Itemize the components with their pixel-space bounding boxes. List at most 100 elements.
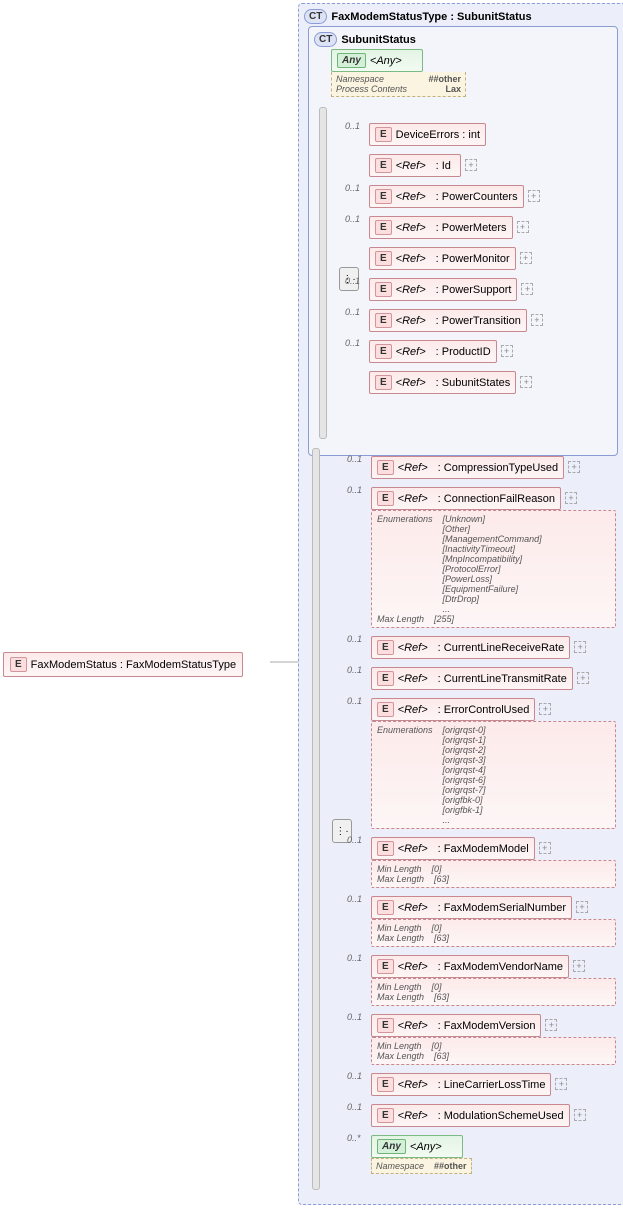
ref-indicator: <Ref> bbox=[396, 253, 426, 265]
any-bottom-row: 0..*Any<Any>Namespace##other bbox=[371, 1135, 616, 1174]
ref-indicator: <Ref> bbox=[398, 673, 428, 685]
element-name: DeviceErrors : int bbox=[396, 129, 480, 141]
occurrence-label: 0..1 bbox=[347, 485, 362, 495]
expand-icon[interactable]: + bbox=[574, 1109, 586, 1121]
schema-element-row: 0..1E<Ref>: CompressionTypeUsed+ bbox=[371, 456, 616, 479]
minlen-label: Min Length bbox=[377, 982, 422, 992]
schema-element-row: E<Ref>: PowerMonitor + bbox=[369, 247, 604, 270]
maxlen-value: [63] bbox=[434, 992, 449, 1002]
any-detail-box: Namespace ##other Process Contents Lax bbox=[331, 72, 466, 97]
maxlen-label: Max Length bbox=[377, 1051, 424, 1061]
element-badge: E bbox=[377, 959, 394, 974]
element-badge: E bbox=[377, 671, 394, 686]
schema-element-row: 0..1E<Ref>: FaxModemModel+Min Length[0]M… bbox=[371, 837, 616, 888]
element-box: E <Ref> : FaxModemVendorName bbox=[371, 955, 569, 978]
element-box: E<Ref>: SubunitStates bbox=[369, 371, 516, 394]
expand-icon[interactable]: + bbox=[568, 461, 580, 473]
element-badge: E bbox=[375, 375, 392, 390]
ref-indicator: <Ref> bbox=[396, 346, 426, 358]
element-box: E<Ref>: PowerMonitor bbox=[369, 247, 516, 270]
expand-icon[interactable]: + bbox=[539, 842, 551, 854]
schema-element-row: 0..1E<Ref>: CurrentLineTransmitRate+ bbox=[371, 667, 616, 690]
complextype-title-row: CT FaxModemStatusType : SubunitStatus bbox=[304, 9, 621, 24]
schema-element-row: 0..1EDeviceErrors : int bbox=[369, 123, 604, 146]
complextype-title: FaxModemStatusType : SubunitStatus bbox=[331, 11, 531, 23]
complextype-outer-box: CT FaxModemStatusType : SubunitStatus CT… bbox=[298, 3, 623, 1205]
element-badge: E bbox=[377, 640, 394, 655]
expand-icon[interactable]: + bbox=[465, 159, 477, 171]
element-detail-box: Min Length[0]Max Length[63] bbox=[371, 919, 616, 947]
element-badge: E bbox=[377, 1077, 394, 1092]
expand-icon[interactable]: + bbox=[545, 1019, 557, 1031]
element-badge: E bbox=[375, 344, 392, 359]
schema-element-row: 0..1E<Ref>: ProductID+ bbox=[369, 340, 604, 363]
expand-icon[interactable]: + bbox=[555, 1078, 567, 1090]
expand-icon[interactable]: + bbox=[528, 190, 540, 202]
subunitstatus-title: SubunitStatus bbox=[341, 34, 416, 46]
element-box: E<Ref>: PowerMeters bbox=[369, 216, 513, 239]
any-ns-label: Namespace bbox=[376, 1161, 424, 1171]
occurrence-label: 0..1 bbox=[345, 338, 360, 348]
enums-values: [origrqst-0][origrqst-1][origrqst-2][ori… bbox=[443, 725, 486, 825]
element-badge: E bbox=[377, 702, 394, 717]
expand-icon[interactable]: + bbox=[517, 221, 529, 233]
expand-icon[interactable]: + bbox=[539, 703, 551, 715]
expand-icon[interactable]: + bbox=[520, 252, 532, 264]
element-box: E <Ref> : CurrentLineTransmitRate bbox=[371, 667, 573, 690]
element-name: : PowerMeters bbox=[436, 222, 507, 234]
element-box: E<Ref>: PowerSupport bbox=[369, 278, 517, 301]
element-badge: E bbox=[377, 1108, 394, 1123]
element-name: : CompressionTypeUsed bbox=[438, 462, 558, 474]
element-badge: E bbox=[375, 127, 392, 142]
element-name: : PowerTransition bbox=[436, 315, 521, 327]
schema-element-row: 0..1E<Ref>: PowerCounters+ bbox=[369, 185, 604, 208]
any-detail-box: Namespace##other bbox=[371, 1158, 472, 1174]
ref-indicator: <Ref> bbox=[396, 160, 426, 172]
occurrence-label: 0..1 bbox=[347, 894, 362, 904]
element-badge: E bbox=[377, 1018, 394, 1033]
occurrence-label: 0..1 bbox=[347, 696, 362, 706]
schema-element-row: E<Ref>: Id+ bbox=[369, 154, 604, 177]
expand-icon[interactable]: + bbox=[576, 901, 588, 913]
element-badge: E bbox=[377, 460, 394, 475]
expand-icon[interactable]: + bbox=[577, 672, 589, 684]
complextype-badge: CT bbox=[314, 32, 337, 47]
expand-icon[interactable]: + bbox=[521, 283, 533, 295]
maxlen-label: Max Length bbox=[377, 933, 424, 943]
complextype-badge: CT bbox=[304, 9, 327, 24]
expand-icon[interactable]: + bbox=[520, 376, 532, 388]
schema-element-row: 0..1E<Ref>: FaxModemVersion+Min Length[0… bbox=[371, 1014, 616, 1065]
expand-icon[interactable]: + bbox=[565, 492, 577, 504]
schema-element-row: 0..1E<Ref>: ModulationSchemeUsed+ bbox=[371, 1104, 616, 1127]
enums-label: Enumerations bbox=[377, 725, 433, 825]
ref-indicator: <Ref> bbox=[398, 961, 428, 973]
any-ns-label: Namespace bbox=[336, 74, 384, 84]
schema-element-row: 0..1E<Ref>: PowerSupport+ bbox=[369, 278, 604, 301]
schema-element-row: E<Ref>: SubunitStates + bbox=[369, 371, 604, 394]
element-detail-box: Enumerations[Unknown][Other][ManagementC… bbox=[371, 510, 616, 628]
element-box: E<Ref>: PowerCounters bbox=[369, 185, 524, 208]
element-badge: E bbox=[377, 841, 394, 856]
expand-icon[interactable]: + bbox=[573, 960, 585, 972]
occurrence-label: 0..1 bbox=[345, 276, 360, 286]
element-name: : FaxModemVendorName bbox=[438, 961, 563, 973]
element-badge: E bbox=[375, 220, 392, 235]
element-name: : LineCarrierLossTime bbox=[438, 1079, 546, 1091]
minlen-value: [0] bbox=[432, 864, 442, 874]
expand-icon[interactable]: + bbox=[501, 345, 513, 357]
element-name: : CurrentLineTransmitRate bbox=[438, 673, 567, 685]
root-element-name: FaxModemStatus : FaxModemStatusType bbox=[31, 659, 236, 671]
schema-element-row: 0..1E<Ref>: ErrorControlUsed+Enumeration… bbox=[371, 698, 616, 829]
ref-indicator: <Ref> bbox=[396, 284, 426, 296]
minlen-label: Min Length bbox=[377, 923, 422, 933]
sequence-bar-outer bbox=[312, 448, 320, 1190]
enums-label: Enumerations bbox=[377, 514, 433, 614]
occurrence-label: 0..1 bbox=[345, 214, 360, 224]
element-name: : ConnectionFailReason bbox=[438, 493, 555, 505]
ref-indicator: <Ref> bbox=[398, 642, 428, 654]
expand-icon[interactable]: + bbox=[531, 314, 543, 326]
schema-element-row: 0..1E<Ref>: FaxModemVendorName+Min Lengt… bbox=[371, 955, 616, 1006]
element-badge: E bbox=[375, 158, 392, 173]
element-box: E<Ref>: PowerTransition bbox=[369, 309, 527, 332]
expand-icon[interactable]: + bbox=[574, 641, 586, 653]
